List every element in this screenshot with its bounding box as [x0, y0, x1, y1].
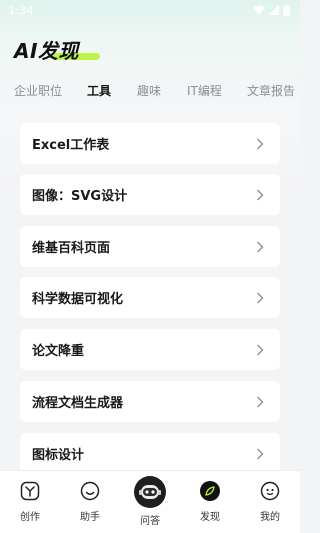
chevron-right-icon	[257, 241, 264, 252]
tab-article-reports[interactable]: 文章报告	[247, 82, 295, 99]
tool-label: Excel工作表	[32, 138, 110, 153]
tool-label: 图标设计	[32, 448, 85, 463]
chevron-right-icon	[257, 189, 264, 200]
tab-label: 企业职位	[14, 84, 63, 98]
tool-label: 图像：SVG设计	[32, 189, 128, 204]
tab-enterprise-jobs[interactable]: 企业职位	[14, 82, 62, 99]
nav-label: 问答	[140, 516, 160, 527]
status-time: 1:34	[8, 3, 34, 17]
tab-label: 趣味	[137, 84, 162, 98]
tool-item-wikipedia[interactable]: 维基百科页面	[20, 226, 280, 267]
tool-item-flow-doc[interactable]: 流程文档生成器	[20, 381, 280, 422]
robot-icon	[134, 476, 166, 508]
chevron-right-icon	[257, 344, 264, 355]
signal-icon	[269, 5, 279, 15]
tool-label: 论文降重	[32, 344, 85, 359]
status-icons	[253, 4, 290, 16]
tool-item-svg-design[interactable]: 图像：SVG设计	[20, 174, 280, 215]
tool-item-paper-rewrite[interactable]: 论文降重	[20, 329, 280, 370]
tool-label: 流程文档生成器	[32, 396, 124, 411]
chevron-right-icon	[257, 138, 264, 149]
tool-item-data-viz[interactable]: 科学数据可视化	[20, 277, 280, 318]
page-title: AI发现	[14, 35, 100, 64]
nav-assistant[interactable]: 助手	[60, 471, 120, 533]
tab-label: IT编程	[187, 84, 222, 98]
nav-label: 发现	[200, 512, 220, 523]
nav-qa[interactable]: 问答	[120, 471, 180, 533]
chevron-right-icon	[257, 292, 264, 303]
discover-icon	[199, 480, 221, 502]
nav-discover[interactable]: 发现	[180, 471, 240, 533]
tab-label: 工具	[87, 84, 112, 98]
tool-item-icon-design[interactable]: 图标设计	[20, 433, 280, 474]
nav-profile[interactable]: 我的	[240, 471, 300, 533]
assistant-icon	[79, 480, 101, 502]
tab-fun[interactable]: 趣味	[137, 82, 161, 99]
status-bar: 1:34	[0, 0, 300, 20]
create-icon	[19, 480, 41, 502]
nav-create[interactable]: 创作	[0, 471, 60, 533]
chevron-right-icon	[257, 448, 264, 459]
profile-icon	[259, 480, 281, 502]
tool-label: 维基百科页面	[32, 241, 111, 256]
tab-it-programming[interactable]: IT编程	[187, 82, 222, 99]
tab-label: 文章报告	[247, 84, 296, 98]
bottom-nav: 创作 助手 问答 发现 我的	[0, 470, 300, 533]
page-title-text: AI发现	[14, 39, 79, 63]
chevron-right-icon	[257, 396, 264, 407]
nav-label: 助手	[80, 512, 100, 523]
category-tabs: 企业职位 工具 趣味 IT编程 文章报告	[0, 82, 300, 104]
tool-item-excel[interactable]: Excel工作表	[20, 123, 280, 164]
nav-label: 创作	[20, 512, 40, 523]
nav-label: 我的	[260, 512, 280, 523]
app-screen: 1:34 AI发现 企业职位 工具 趣味 IT编程 文章报告 Excel工作表 …	[0, 0, 300, 533]
wifi-icon	[253, 5, 265, 15]
battery-icon	[283, 4, 290, 16]
tab-tools[interactable]: 工具	[87, 82, 112, 101]
tool-label: 科学数据可视化	[32, 292, 124, 307]
